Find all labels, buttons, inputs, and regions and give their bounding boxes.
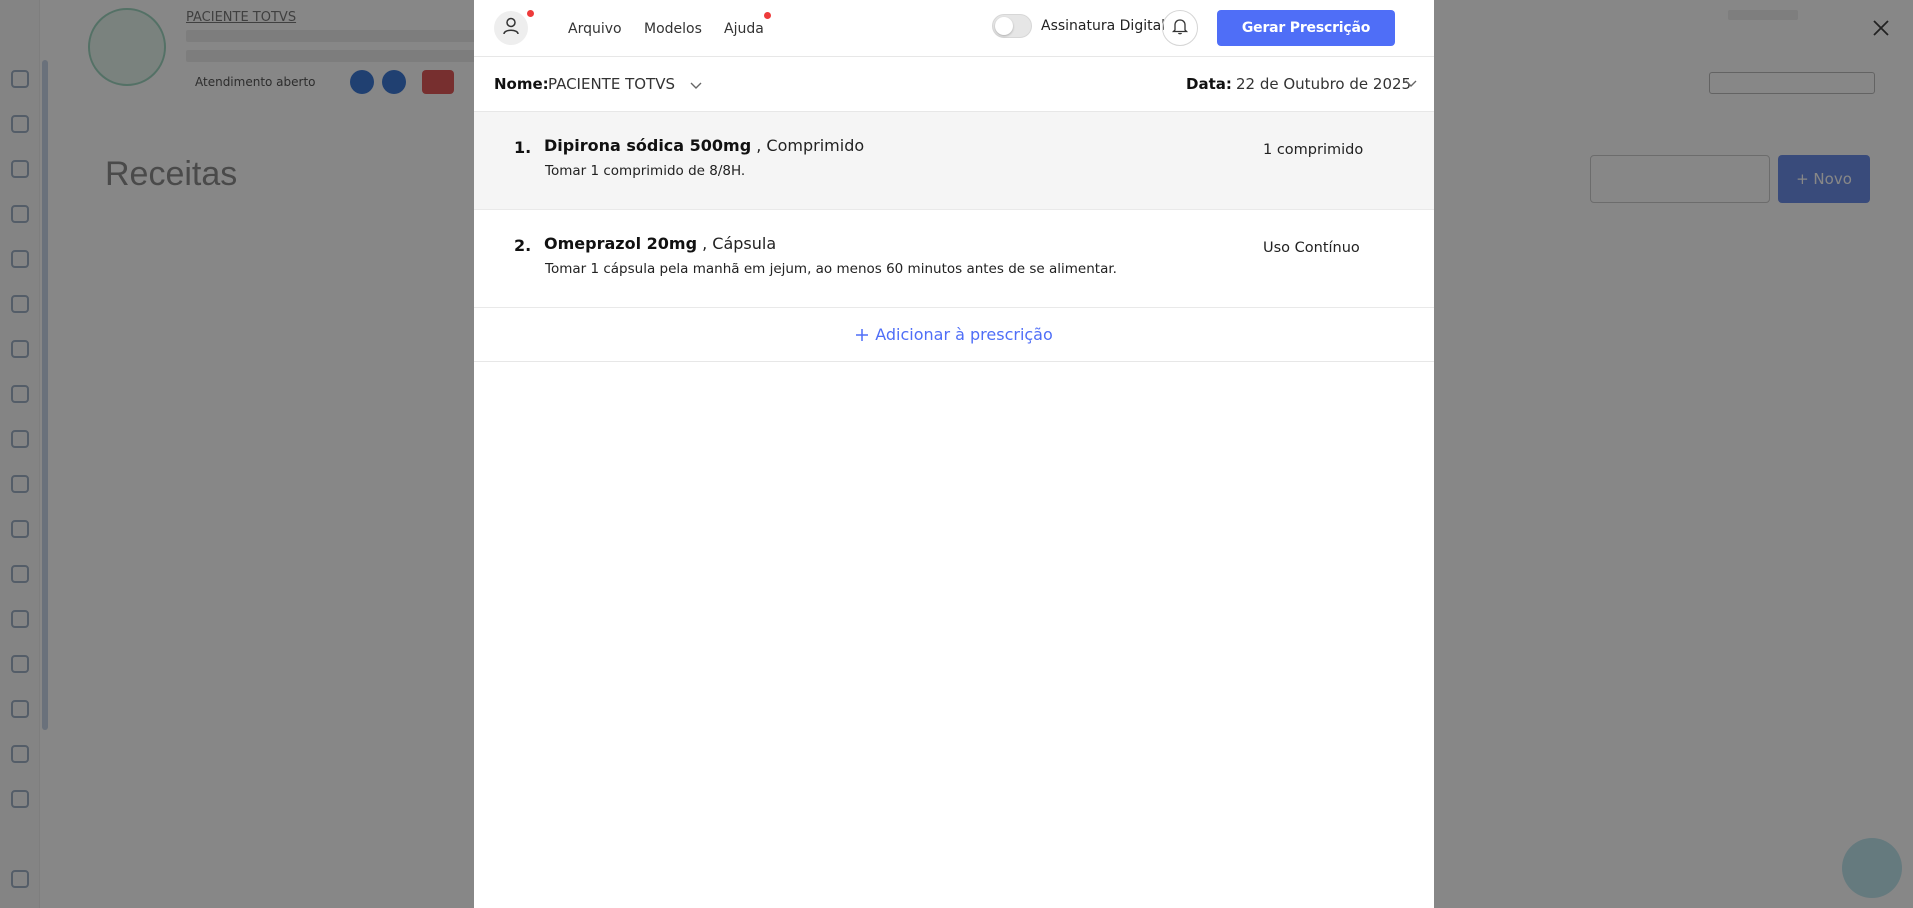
item-instructions: Tomar 1 cápsula pela manhã em jejum, ao … [545, 261, 1117, 277]
digital-signature-toggle[interactable] [992, 14, 1032, 38]
user-icon [501, 16, 521, 40]
drug-form: , Cápsula [697, 234, 777, 253]
plus-icon [855, 325, 869, 345]
menu-ajuda[interactable]: Ajuda [724, 21, 764, 37]
add-to-prescription-button[interactable]: Adicionar à prescrição [474, 308, 1434, 362]
date-label: Data: [1186, 75, 1232, 93]
item-title: Omeprazol 20mg , Cápsula [544, 234, 776, 253]
prescription-item[interactable]: 1. Dipirona sódica 500mg , Comprimido To… [474, 112, 1434, 210]
prescription-modal: Arquivo Modelos Ajuda Assinatura Digital… [474, 0, 1434, 908]
prescription-item[interactable]: 2. Omeprazol 20mg , Cápsula Tomar 1 cáps… [474, 210, 1434, 308]
name-label: Nome: [494, 75, 549, 93]
notifications-button[interactable] [1162, 10, 1198, 46]
patient-name-select[interactable]: PACIENTE TOTVS [548, 75, 675, 93]
chevron-down-icon[interactable] [689, 77, 703, 91]
chevron-down-icon[interactable] [1404, 75, 1418, 89]
bell-icon [1171, 17, 1189, 39]
item-number: 1. [514, 138, 532, 157]
user-menu-button[interactable] [494, 11, 528, 45]
date-select[interactable]: 22 de Outubro de 2025 [1236, 75, 1411, 93]
add-to-prescription-label: Adicionar à prescrição [875, 325, 1053, 344]
drug-name: Omeprazol 20mg [544, 234, 698, 253]
drug-name: Dipirona sódica 500mg [544, 136, 752, 155]
toggle-knob [995, 17, 1013, 35]
user-notification-dot [527, 10, 534, 17]
item-quantity: 1 comprimido [1263, 142, 1364, 158]
item-quantity: Uso Contínuo [1263, 240, 1360, 256]
item-number: 2. [514, 236, 532, 255]
menu-modelos[interactable]: Modelos [644, 21, 702, 37]
item-instructions: Tomar 1 comprimido de 8/8H. [545, 163, 746, 179]
item-title: Dipirona sódica 500mg , Comprimido [544, 136, 864, 155]
drug-form: , Comprimido [751, 136, 865, 155]
generate-prescription-button[interactable]: Gerar Prescrição [1217, 10, 1395, 46]
help-notification-dot [764, 12, 771, 19]
digital-signature-label: Assinatura Digital [1041, 18, 1166, 34]
close-icon[interactable] [1868, 16, 1894, 42]
modal-toolbar: Arquivo Modelos Ajuda Assinatura Digital… [474, 0, 1434, 57]
prescription-header: Nome: PACIENTE TOTVS Data: 22 de Outubro… [474, 57, 1434, 112]
menu-arquivo[interactable]: Arquivo [568, 21, 622, 37]
